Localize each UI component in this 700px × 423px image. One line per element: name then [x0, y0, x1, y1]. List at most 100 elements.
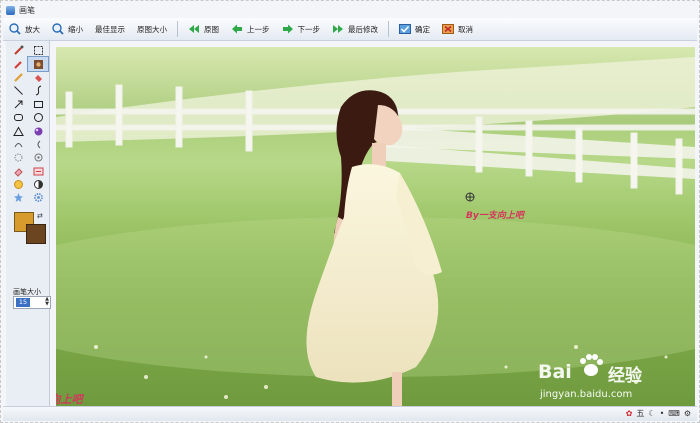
brush-size-stepper[interactable]: 15 ▲ ▼ [13, 296, 51, 309]
tool-bracket[interactable] [28, 138, 48, 151]
status-bar: ✿ 五 ☾ • ⌨ ⚙ [3, 406, 697, 421]
tool-triangle[interactable] [8, 124, 28, 137]
moon-icon[interactable]: ☾ [648, 409, 655, 418]
original-label: 原图 [204, 24, 219, 34]
selection-icon [33, 46, 43, 56]
tool-blur[interactable] [8, 151, 28, 164]
cancel-label: 取消 [458, 24, 473, 34]
last-edit-label: 最后修改 [348, 24, 378, 34]
baidu-logo-text: Bai [538, 361, 572, 383]
tool-gear[interactable] [28, 191, 48, 204]
arc-icon [14, 142, 22, 148]
baidu-watermark: Bai 经验 jingyan.baidu.com [536, 347, 686, 405]
sharpen-icon [34, 153, 42, 162]
tool-selection[interactable] [28, 44, 48, 57]
swap-colors-icon[interactable]: ⇄ [37, 212, 43, 220]
toolbar-separator [388, 21, 389, 37]
magnifier-minus-icon [52, 23, 64, 35]
ime-mode[interactable]: 五 [636, 408, 644, 419]
redo-label: 下一步 [297, 24, 321, 34]
ime-paw-icon[interactable]: ✿ [626, 409, 633, 418]
paint-bucket-icon [34, 74, 42, 82]
tool-brush[interactable] [8, 57, 28, 70]
paw-icon [580, 354, 603, 376]
baidu-jingyan-text: 经验 [608, 366, 642, 386]
tool-eraser[interactable] [8, 165, 28, 178]
contrast-icon [33, 180, 43, 190]
tool-brightness[interactable] [8, 178, 28, 191]
double-arrow-left-icon [188, 23, 200, 35]
baidu-url: jingyan.baidu.com [540, 389, 633, 400]
tool-color-ball[interactable] [28, 124, 48, 137]
eyedropper-icon [13, 45, 23, 55]
confirm-label: 确定 [415, 24, 430, 34]
image-canvas[interactable]: By一支向上吧 By一支向上吧 Bai 经验 jingyan.baidu.com [56, 47, 695, 409]
undo-button[interactable]: 上一步 [225, 20, 276, 38]
text-tool-icon [33, 167, 43, 176]
image-cancel-icon [442, 23, 454, 35]
rounded-rectangle-icon [13, 114, 23, 122]
tool-sparkle[interactable] [8, 191, 28, 204]
arrow-right-icon [282, 23, 294, 35]
punctuation-icon[interactable]: • [660, 409, 665, 418]
undo-label: 上一步 [247, 24, 270, 34]
bracket-icon [37, 140, 40, 149]
window-title: 画笔 [19, 5, 35, 15]
background-color-swatch[interactable] [26, 224, 46, 244]
redo-button[interactable]: 下一步 [276, 20, 327, 38]
tool-arrow[interactable] [8, 98, 28, 111]
tool-sharpen[interactable] [28, 151, 48, 164]
cancel-button[interactable]: 取消 [436, 20, 479, 38]
original-button[interactable]: 原图 [182, 20, 225, 38]
original-size-label: 原图大小 [137, 24, 167, 34]
arrow-left-icon [231, 23, 243, 35]
app-icon [6, 5, 15, 15]
color-ball-icon [34, 127, 42, 136]
zoom-out-label: 缩小 [68, 24, 83, 34]
gear-icon [33, 193, 43, 203]
tool-pencil[interactable] [8, 71, 28, 84]
app-window: 画笔 放大 缩小 最佳显示 原图大小 原图 上一步 下一步 最后修改 确定 取消… [0, 0, 700, 423]
tool-fill[interactable] [28, 71, 48, 84]
tool-eyedropper[interactable] [8, 44, 28, 57]
tool-contrast[interactable] [28, 178, 48, 191]
double-arrow-right-icon [332, 23, 344, 35]
tool-grid [8, 44, 49, 205]
best-fit-button[interactable]: 最佳显示 [89, 20, 131, 38]
sun-icon [13, 180, 23, 190]
last-edit-button[interactable]: 最后修改 [326, 20, 384, 38]
brush-icon [13, 60, 22, 69]
keyboard-icon[interactable]: ⌨ [668, 409, 680, 418]
toolbar: 放大 缩小 最佳显示 原图大小 原图 上一步 下一步 最后修改 确定 取消 [3, 18, 697, 41]
zoom-out-button[interactable]: 缩小 [46, 20, 89, 38]
triangle-icon [12, 126, 24, 136]
eraser-icon [13, 167, 23, 177]
corner-watermark: By一支向上吧 [56, 393, 83, 406]
rectangle-icon [33, 100, 43, 108]
curve-icon [35, 85, 41, 96]
spin-arrows-icon[interactable]: ▲ ▼ [45, 297, 49, 307]
tool-ellipse[interactable] [28, 111, 48, 124]
magnifier-plus-icon [9, 23, 21, 35]
tool-stamp[interactable] [27, 56, 49, 72]
tool-panel: ⇄ 画笔大小 15 ▲ ▼ [6, 41, 51, 411]
zoom-in-button[interactable]: 放大 [3, 20, 46, 38]
stamp-watermark: By一支向上吧 [466, 211, 524, 221]
ime-tray: ✿ 五 ☾ • ⌨ ⚙ [626, 408, 691, 419]
tool-rounded-rect[interactable] [8, 111, 28, 124]
settings-gear-icon[interactable]: ⚙ [684, 409, 691, 418]
tool-line[interactable] [8, 84, 28, 97]
brush-size-value[interactable]: 15 [16, 298, 30, 307]
zoom-in-label: 放大 [25, 24, 40, 34]
confirm-button[interactable]: 确定 [393, 20, 436, 38]
tool-curve[interactable] [28, 84, 48, 97]
arrow-tool-icon [14, 100, 22, 109]
crosshair-cursor-icon [465, 192, 475, 202]
tool-arc[interactable] [8, 138, 28, 151]
star-icon [13, 193, 23, 203]
tool-rectangle[interactable] [28, 98, 48, 111]
original-size-button[interactable]: 原图大小 [131, 20, 173, 38]
color-swatches: ⇄ [14, 212, 48, 244]
tool-text[interactable] [28, 165, 48, 178]
line-icon [13, 86, 23, 96]
